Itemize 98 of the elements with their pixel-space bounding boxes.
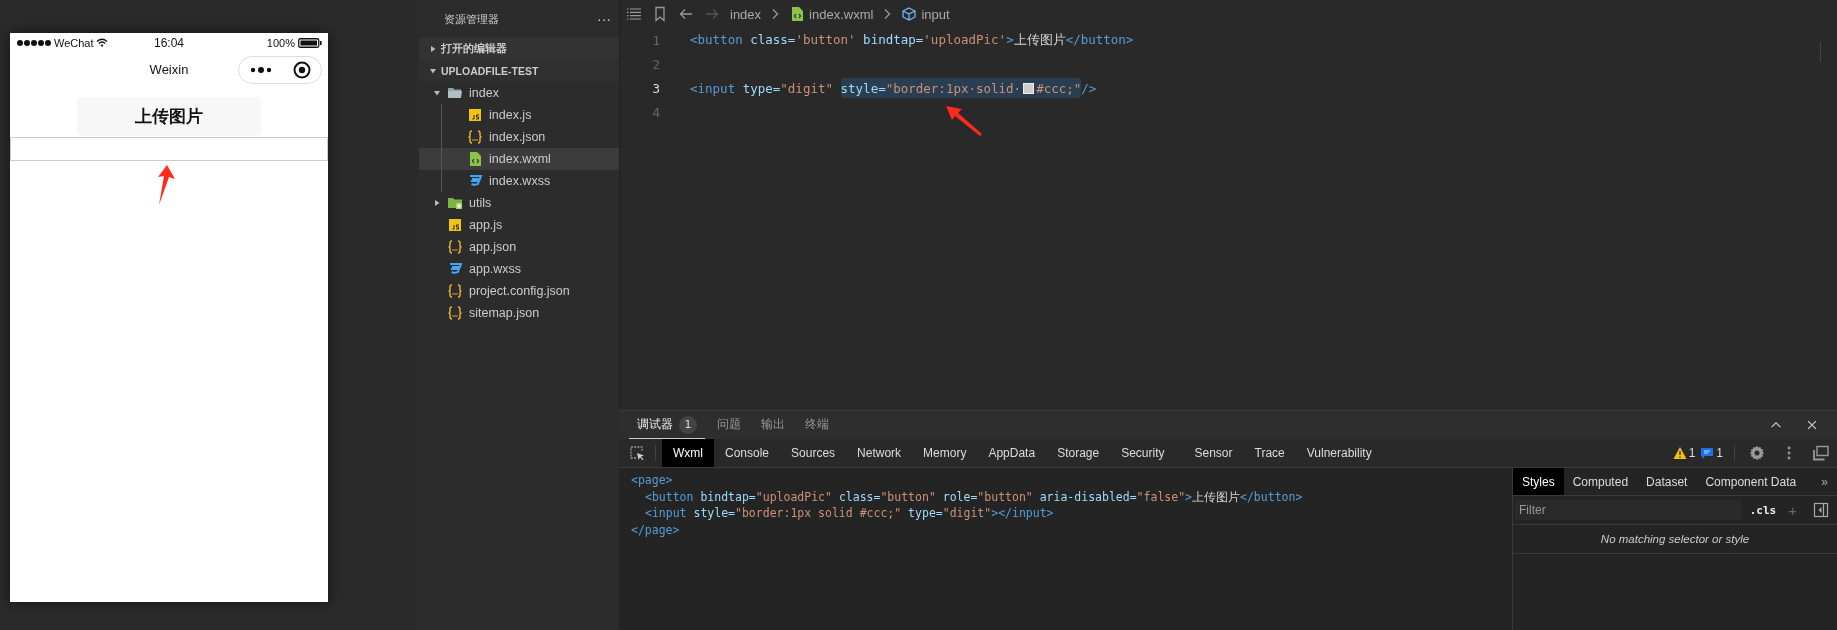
dock-icon[interactable]: [1813, 445, 1829, 461]
devtools-tab[interactable]: Wxml: [662, 439, 714, 467]
folder-icon: [447, 195, 463, 211]
code-text: style="border:1px·solid·: [840, 80, 1022, 96]
breadcrumb-item[interactable]: index.wxml: [809, 6, 874, 22]
bookmark-icon[interactable]: [652, 6, 668, 22]
devtools-tab[interactable]: Sensor: [1183, 439, 1244, 467]
line-number: 4: [651, 104, 661, 120]
file-tree-item[interactable]: app.js: [419, 214, 619, 236]
cube-icon: [901, 6, 918, 22]
collapsed-arrow-icon[interactable]: [429, 45, 437, 53]
code-file-icon: [789, 6, 806, 22]
css-file-icon: [447, 261, 463, 277]
file-tree-item[interactable]: index.wxss: [419, 170, 619, 192]
panel-tab[interactable]: 输出: [753, 411, 793, 439]
wxml-node[interactable]: <button bindtap="uploadPic" class="button" role="button" aria-disabled="false">上传图片</button>: [645, 488, 1303, 505]
battery-label: 100%: [266, 37, 295, 49]
devtools-tab[interactable]: Storage: [1046, 439, 1111, 467]
file-tree-item[interactable]: index: [419, 82, 619, 104]
devtools-tab[interactable]: Network: [846, 439, 913, 467]
count-badge: 1: [679, 415, 697, 434]
code-text: #ccc;": [1036, 80, 1082, 96]
wxml-node[interactable]: </page>: [631, 521, 680, 538]
file-tree-item[interactable]: app.json: [419, 236, 619, 258]
color-swatch-icon: [1023, 82, 1035, 94]
code-text: <button class='button' bindtap='uploadPic'>上传图片</button>: [690, 31, 1134, 49]
file-tree-item[interactable]: index.js: [419, 104, 619, 126]
carrier-label: WeChat: [54, 37, 94, 49]
code-file-icon: [467, 151, 483, 167]
inspect-icon[interactable]: [629, 445, 645, 461]
chevron-right-icon: [883, 8, 892, 20]
signal-icon: [16, 39, 52, 47]
warning-icon[interactable]: [1672, 446, 1687, 460]
battery-icon: [298, 38, 322, 48]
code-text: />: [1081, 80, 1097, 96]
message-icon[interactable]: [1700, 446, 1715, 460]
wifi-icon: [95, 38, 108, 48]
close-icon[interactable]: [1805, 418, 1819, 432]
breadcrumb-item[interactable]: index: [730, 6, 762, 22]
devtools-tab[interactable]: AppData: [977, 439, 1047, 467]
panel-tab[interactable]: 问题: [709, 411, 749, 439]
collapsed-arrow-icon[interactable]: [433, 199, 441, 207]
devtools-tab[interactable]: Sources: [780, 439, 847, 467]
devtools-tab[interactable]: Console: [714, 439, 781, 467]
chevron-right-icon: [771, 8, 780, 20]
file-tree-item[interactable]: app.wxss: [419, 258, 619, 280]
more-button[interactable]: ···: [597, 11, 611, 27]
explorer-title: 资源管理器: [444, 11, 499, 27]
filter-field[interactable]: Filter: [1515, 500, 1742, 520]
panel-tab[interactable]: 终端: [797, 411, 837, 439]
expanded-arrow-icon[interactable]: [429, 67, 437, 75]
braces-file-icon: [447, 239, 463, 255]
braces-file-icon: [447, 283, 463, 299]
input-field[interactable]: [10, 137, 328, 161]
styles-tab[interactable]: Computed: [1563, 468, 1638, 495]
more-tabs-button[interactable]: »: [1812, 468, 1837, 495]
styles-tab[interactable]: Dataset: [1637, 468, 1697, 495]
section-header[interactable]: 打开的编辑器: [419, 38, 619, 60]
message-count: 1: [1716, 446, 1723, 460]
back-arrow-icon[interactable]: [678, 6, 694, 22]
close-icon[interactable]: [292, 61, 311, 79]
list-icon[interactable]: [626, 6, 642, 22]
breadcrumb-item[interactable]: input: [921, 6, 950, 22]
wxml-node[interactable]: <input style="border:1px solid #ccc;" type="digit"></input>: [645, 505, 1054, 522]
code-text: <input type="digit": [690, 80, 834, 96]
devtools-tab[interactable]: Security: [1110, 439, 1176, 467]
js-file-icon: [447, 217, 463, 233]
file-tree-item[interactable]: sitemap.json: [419, 302, 619, 324]
file-tree-item[interactable]: index.json: [419, 126, 619, 148]
warning-count: 1: [1688, 446, 1696, 460]
annotation-arrow: [946, 106, 982, 136]
settings-icon[interactable]: [1749, 445, 1765, 461]
js-file-icon: [467, 107, 483, 123]
braces-file-icon: [447, 305, 463, 321]
file-tree-item[interactable]: utils: [419, 192, 619, 214]
css-file-icon: [467, 173, 483, 189]
empty-message: No matching selector or style: [1513, 525, 1837, 554]
styles-tab[interactable]: Component Data: [1696, 468, 1806, 495]
cls-button[interactable]: .cls: [1745, 503, 1781, 517]
braces-file-icon: [467, 129, 483, 145]
line-number: 3: [651, 80, 661, 96]
annotation-arrow: [155, 165, 175, 205]
file-tree-item[interactable]: index.wxml: [419, 148, 619, 170]
folder-icon: [447, 85, 463, 101]
devtools-tab[interactable]: Trace: [1243, 439, 1296, 467]
devtools-tab[interactable]: Vulnerability: [1295, 439, 1383, 467]
wxml-node[interactable]: <page>: [631, 472, 673, 489]
expanded-arrow-icon[interactable]: [433, 89, 441, 97]
more-icon[interactable]: [249, 66, 272, 74]
page-title: Weixin: [149, 61, 189, 77]
styles-tab[interactable]: Styles: [1513, 468, 1564, 495]
line-number: 1: [651, 32, 661, 48]
time-label: 16:04: [154, 36, 184, 50]
upload-button[interactable]: 上传图片: [77, 97, 261, 136]
sidebar-toggle-icon[interactable]: [1813, 502, 1829, 518]
devtools-tab[interactable]: Memory: [912, 439, 978, 467]
line-number: 2: [651, 56, 661, 72]
file-tree-item[interactable]: project.config.json: [419, 280, 619, 302]
